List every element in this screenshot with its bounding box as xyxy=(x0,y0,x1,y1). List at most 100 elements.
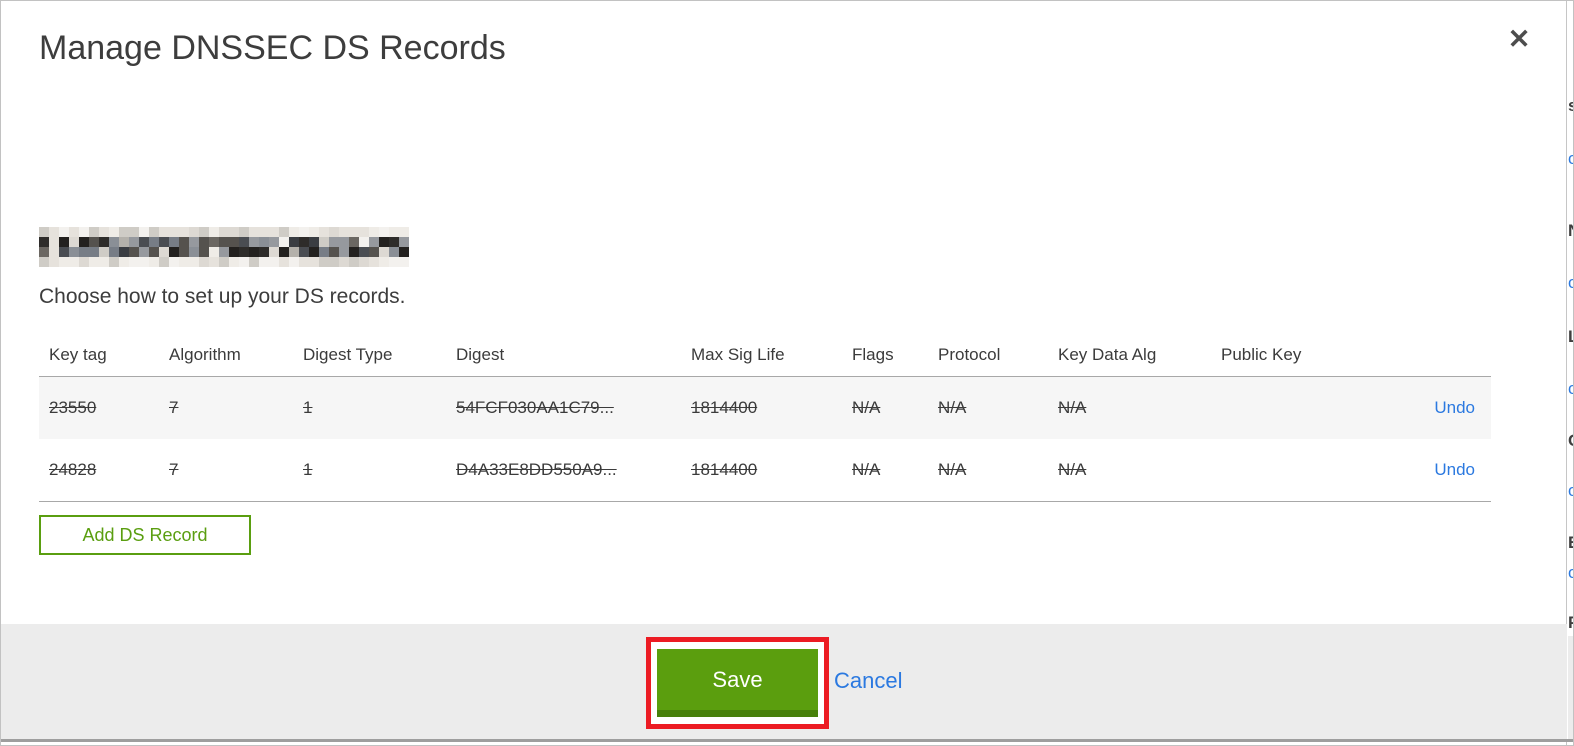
redaction-pixel xyxy=(69,247,79,257)
redaction-pixel xyxy=(199,247,209,257)
redaction-pixel xyxy=(119,227,129,237)
redaction-pixel xyxy=(119,247,129,257)
background-partial-text: o xyxy=(1568,273,1573,293)
redaction-pixel xyxy=(109,227,119,237)
table-row: 24828 7 1 D4A33E8DD550A9... 1814400 N/A N/A N/A… xyxy=(39,439,1491,501)
redaction-pixel xyxy=(249,227,259,237)
redaction-pixel xyxy=(119,257,129,267)
redaction-pixel xyxy=(349,247,359,257)
column-header-protocol: Protocol xyxy=(938,344,1001,364)
redaction-pixel xyxy=(369,227,379,237)
redaction-pixel xyxy=(269,237,279,247)
redaction-pixel xyxy=(99,227,109,237)
cell-key-tag: 23550 xyxy=(49,398,97,417)
redaction-pixel xyxy=(79,247,89,257)
redaction-pixel xyxy=(179,257,189,267)
modal-title: Manage DNSSEC DS Records xyxy=(39,29,506,67)
cancel-link[interactable]: Cancel xyxy=(834,668,902,694)
redaction-pixel xyxy=(139,237,149,247)
background-partial-text: P xyxy=(1568,613,1573,633)
setup-instruction-text: Choose how to set up your DS records. xyxy=(39,285,406,308)
background-partial-text: N xyxy=(1568,221,1573,241)
redaction-pixel xyxy=(39,257,49,267)
redaction-pixel xyxy=(269,227,279,237)
redaction-pixel xyxy=(279,247,289,257)
background-partial-text: E xyxy=(1568,533,1573,553)
redaction-pixel xyxy=(329,237,339,247)
add-ds-record-button[interactable]: Add DS Record xyxy=(39,515,251,555)
undo-link[interactable]: Undo xyxy=(1434,460,1475,479)
close-icon[interactable]: ✕ xyxy=(1499,19,1539,59)
background-partial-text: o xyxy=(1568,481,1573,501)
redaction-pixel xyxy=(109,257,119,267)
redaction-pixel xyxy=(199,227,209,237)
redaction-pixel xyxy=(139,247,149,257)
redaction-pixel xyxy=(299,227,309,237)
redaction-pixel xyxy=(319,247,329,257)
redaction-pixel xyxy=(89,247,99,257)
redaction-pixel xyxy=(59,257,69,267)
redaction-pixel xyxy=(309,237,319,247)
dnssec-modal: Manage DNSSEC DS Records ✕ Choose how to… xyxy=(1,1,1567,745)
redaction-pixel xyxy=(229,237,239,247)
redaction-pixel xyxy=(169,227,179,237)
table-row: 23550 7 1 54FCF030AA1C79... 1814400 N/A N/A N/A… xyxy=(39,377,1491,439)
redaction-pixel xyxy=(309,227,319,237)
redaction-pixel xyxy=(89,227,99,237)
redaction-pixel xyxy=(289,247,299,257)
redaction-pixel xyxy=(249,257,259,267)
redaction-pixel xyxy=(379,227,389,237)
redaction-pixel xyxy=(359,257,369,267)
redaction-pixel xyxy=(289,237,299,247)
redaction-pixel xyxy=(259,227,269,237)
redaction-pixel xyxy=(359,237,369,247)
redaction-pixel xyxy=(379,257,389,267)
redaction-pixel xyxy=(149,237,159,247)
redaction-pixel xyxy=(149,247,159,257)
table-header-row: Key tag Algorithm Digest Type Digest Max Sig… xyxy=(39,333,1491,376)
redaction-pixel xyxy=(179,247,189,257)
cell-digest-type: 1 xyxy=(303,460,313,479)
redaction-pixel xyxy=(49,247,59,257)
redaction-pixel xyxy=(269,257,279,267)
redaction-pixel xyxy=(399,237,409,247)
redaction-pixel xyxy=(199,237,209,247)
column-header-digest: Digest xyxy=(456,344,505,364)
cell-digest: D4A33E8DD550A9... xyxy=(456,460,617,479)
redaction-pixel xyxy=(49,227,59,237)
redaction-pixel xyxy=(219,227,229,237)
redaction-pixel xyxy=(39,247,49,257)
redaction-pixel xyxy=(249,247,259,257)
redaction-pixel xyxy=(179,227,189,237)
save-button[interactable]: Save xyxy=(657,649,818,717)
redaction-pixel xyxy=(389,247,399,257)
redaction-pixel xyxy=(99,247,109,257)
redaction-pixel xyxy=(139,227,149,237)
redaction-pixel xyxy=(189,247,199,257)
redaction-pixel xyxy=(59,227,69,237)
cell-algorithm: 7 xyxy=(169,460,179,479)
redaction-pixel xyxy=(79,227,89,237)
redaction-pixel xyxy=(239,227,249,237)
column-header-key-data-alg: Key Data Alg xyxy=(1058,344,1157,364)
column-header-max-sig-life: Max Sig Life xyxy=(691,344,785,364)
redaction-pixel xyxy=(209,227,219,237)
redaction-pixel xyxy=(159,247,169,257)
redaction-pixel xyxy=(159,237,169,247)
redaction-pixel xyxy=(269,247,279,257)
cell-protocol: N/A xyxy=(938,398,967,417)
redaction-pixel xyxy=(289,257,299,267)
redaction-pixel xyxy=(329,247,339,257)
redaction-pixel xyxy=(149,257,159,267)
cell-digest: 54FCF030AA1C79... xyxy=(456,398,614,417)
undo-link[interactable]: Undo xyxy=(1434,398,1475,417)
cell-key-data-alg: N/A xyxy=(1058,398,1087,417)
column-header-digest-type: Digest Type xyxy=(303,344,393,364)
redaction-pixel xyxy=(159,227,169,237)
redaction-pixel xyxy=(349,227,359,237)
redaction-pixel xyxy=(259,257,269,267)
background-partial-text: o xyxy=(1568,563,1573,583)
redaction-pixel xyxy=(39,227,49,237)
cell-digest-type: 1 xyxy=(303,398,313,417)
redaction-pixel xyxy=(59,247,69,257)
